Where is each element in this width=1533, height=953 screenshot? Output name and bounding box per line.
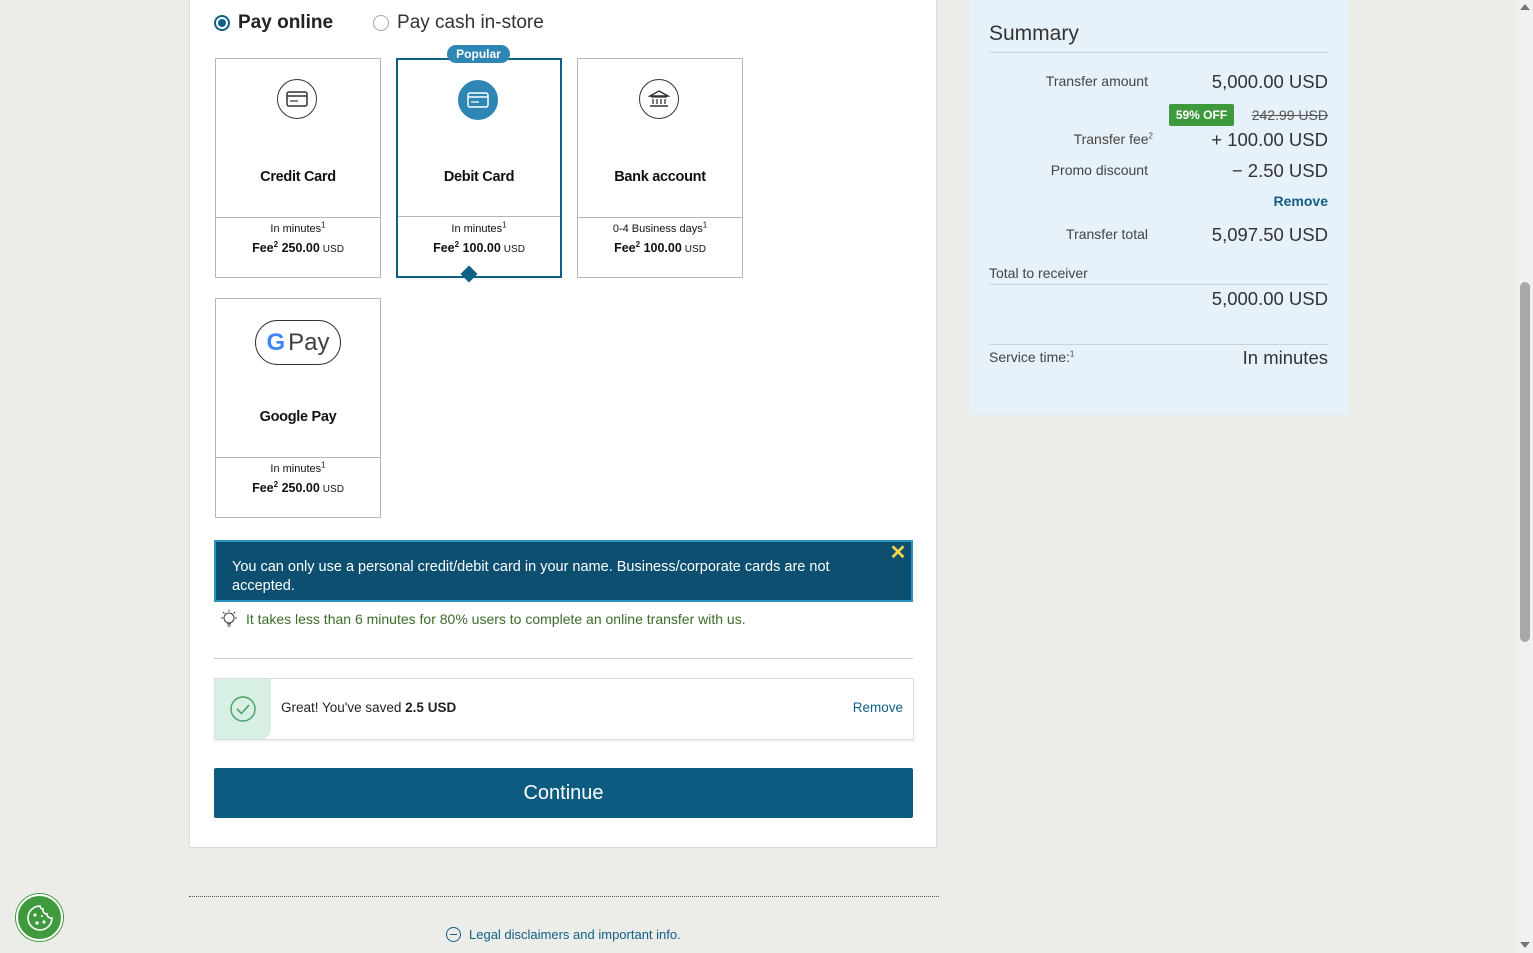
method-card-credit-card[interactable]: Credit Card In minutes1 Fee2 250.00 USD [215, 58, 381, 278]
discount-badge: 59% OFF [1169, 104, 1234, 126]
card-divider [216, 457, 380, 458]
divider [989, 344, 1328, 345]
promo-remove-link[interactable]: Remove [853, 700, 903, 715]
transfer-total-value: 5,097.50 USD [1211, 224, 1328, 245]
popular-badge: Popular [447, 45, 510, 63]
method-time: In minutes1 [451, 220, 507, 235]
debit-card-icon [458, 80, 498, 120]
tip-text: It takes less than 6 minutes for 80% use… [246, 611, 746, 627]
divider [214, 658, 913, 659]
legal-disclaimers-label: Legal disclaimers and important info. [469, 927, 681, 942]
pay-online-radio[interactable]: Pay online [214, 12, 333, 34]
pay-cash-label: Pay cash in-store [397, 12, 544, 33]
method-name: Debit Card [443, 169, 515, 185]
method-name: Google Pay [259, 409, 337, 425]
close-icon[interactable]: ✕ [889, 543, 907, 563]
collapse-icon [446, 927, 461, 942]
transfer-fee-value: + 100.00 USD [1211, 129, 1328, 150]
transfer-fee-label: Transfer fee2 [1073, 131, 1153, 147]
pay-online-label: Pay online [238, 12, 334, 33]
method-card-bank-account[interactable]: Bank account 0-4 Business days1 Fee2 100… [577, 58, 743, 278]
transfer-amount-label: Transfer amount [1045, 73, 1148, 89]
method-card-google-pay[interactable]: G Pay Google Pay In minutes1 Fee2 250.00 U… [215, 298, 381, 518]
divider [189, 896, 939, 897]
transfer-amount-value: 5,000.00 USD [1211, 71, 1328, 92]
divider [989, 52, 1328, 53]
cookie-icon [26, 904, 53, 931]
method-name: Bank account [614, 169, 706, 185]
promo-discount-value: − 2.50 USD [1231, 160, 1328, 181]
divider [989, 284, 1328, 285]
promo-discount-label: Promo discount [1050, 162, 1148, 178]
receiver-total-label: Total to receiver [989, 265, 1088, 281]
method-fee: Fee2 100.00 USD [433, 239, 525, 255]
method-time: 0-4 Business days1 [612, 220, 708, 235]
pay-cash-radio[interactable]: Pay cash in-store [373, 12, 544, 34]
card-divider [398, 216, 560, 217]
card-notice-banner: You can only use a personal credit/debit… [214, 540, 913, 602]
card-divider [578, 217, 742, 218]
method-card-debit-card[interactable]: Debit Card In minutes1 Fee2 100.00 USD [396, 58, 562, 278]
scroll-up-arrow-icon[interactable] [1520, 4, 1530, 10]
payment-mode-group: Pay online Pay cash in-store [214, 10, 584, 36]
receiver-total-value: 5,000.00 USD [1211, 288, 1328, 309]
summary-title: Summary [989, 22, 1079, 45]
card-divider [216, 217, 380, 218]
method-time: In minutes1 [270, 220, 326, 235]
scroll-down-arrow-icon[interactable] [1520, 942, 1530, 948]
check-circle-icon [230, 696, 256, 722]
summary-panel: Summary Transfer amount 5,000.00 USD 59%… [969, 0, 1348, 415]
summary-remove-promo-link[interactable]: Remove [1274, 193, 1328, 209]
promo-applied-box: Great! You've saved 2.5 USD Remove [214, 678, 914, 740]
notice-text: You can only use a personal credit/debit… [232, 559, 830, 594]
method-name: Credit Card [260, 169, 336, 185]
google-pay-logo: G Pay [255, 320, 341, 365]
service-time-label: Service time:1 [989, 349, 1075, 365]
transfer-total-label: Transfer total [1066, 226, 1148, 242]
service-time-value: In minutes [1242, 347, 1328, 368]
scrollbar-thumb[interactable] [1520, 282, 1530, 642]
method-fee: Fee2 250.00 USD [252, 239, 344, 255]
radio-checked-icon [214, 15, 230, 31]
tip-row: It takes less than 6 minutes for 80% use… [219, 609, 746, 629]
original-fee: 242.99 USD [1251, 107, 1328, 123]
legal-disclaimers-link[interactable]: Legal disclaimers and important info. [446, 927, 681, 942]
lightbulb-icon [221, 609, 237, 627]
method-fee: Fee2 250.00 USD [252, 479, 344, 495]
radio-unchecked-icon [373, 15, 390, 31]
promo-check-area [215, 679, 271, 739]
promo-message: Great! You've saved 2.5 USD [281, 700, 457, 715]
bank-icon [639, 79, 679, 119]
method-fee: Fee2 100.00 USD [614, 239, 706, 255]
cookie-settings-button[interactable] [16, 894, 63, 941]
continue-button[interactable]: Continue [214, 768, 913, 818]
credit-card-icon [277, 79, 317, 119]
method-time: In minutes1 [270, 460, 326, 475]
